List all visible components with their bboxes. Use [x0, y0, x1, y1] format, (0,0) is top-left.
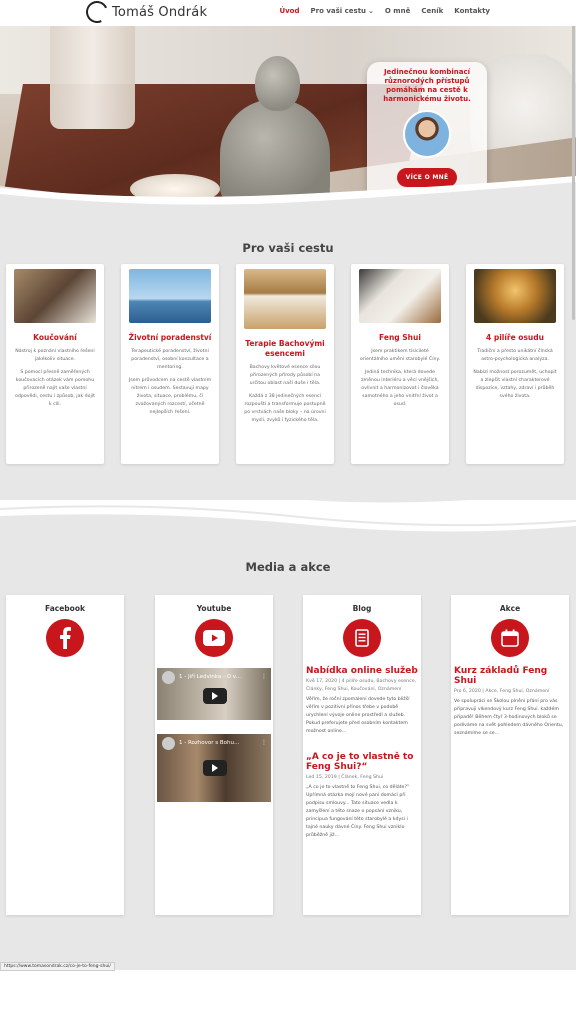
service-card-title: Koučování	[33, 333, 77, 342]
chevron-down-icon: ⌄	[368, 7, 374, 15]
service-card-text: Tradiční a přesto unikátní čínská astro-…	[477, 349, 553, 362]
service-card[interactable]: 4 pilíře osudu Tradiční a přesto unikátn…	[466, 264, 564, 464]
blog-document-icon[interactable]	[343, 619, 381, 657]
youtube-icon[interactable]	[195, 619, 233, 657]
book-landscape-photo	[474, 269, 556, 323]
section-divider-top	[0, 176, 576, 236]
nav-item-label: Pro vaši cestu	[310, 7, 367, 15]
video-title: 1 - Jiří Ledvinka - O v...	[179, 674, 241, 680]
site-logo[interactable]: Tomáš Ondrák	[82, 0, 208, 27]
service-card-text: Jediná technika, která dovede změnou int…	[361, 370, 439, 407]
main-nav: Úvod Pro vaši cestu ⌄ O mně Ceník Kontakt…	[279, 7, 490, 15]
service-card[interactable]: Koučování Nástroj k poznání vlastního ře…	[6, 264, 104, 464]
post-title[interactable]: Kurz základů Feng Shui	[454, 666, 566, 686]
logo-text: Tomáš Ondrák	[112, 4, 208, 20]
column-title: Akce	[499, 604, 521, 613]
hero-buddha-head	[255, 56, 300, 111]
more-options-icon[interactable]: ⋮	[261, 739, 267, 746]
service-card-title: Feng Shui	[379, 333, 421, 342]
nav-item-pro-vasi-cestu[interactable]: Pro vaši cestu ⌄	[311, 7, 374, 15]
blog-column: Blog Nabídka online služeb Kvě 17, 2020 …	[303, 595, 421, 915]
service-card-text: Jsem průvodcem na cestě vlastním nitrem …	[128, 378, 212, 415]
service-card-text: Nástroj k poznání vlastního řešení jakék…	[15, 349, 95, 362]
post-meta: Led 15, 2019 | Článek, Feng Shui	[306, 775, 384, 780]
journey-section-title: Pro vaši cestu	[242, 241, 334, 255]
column-title: Youtube	[196, 604, 232, 613]
play-icon[interactable]	[203, 760, 227, 776]
column-title: Blog	[352, 604, 372, 613]
section-divider-bottom	[0, 930, 576, 964]
logo-circle-icon	[82, 0, 112, 27]
service-card[interactable]: Terapie Bachovými esencemi Bachovy květo…	[236, 264, 334, 464]
hero-glass-image	[50, 24, 135, 129]
channel-avatar	[162, 671, 175, 684]
service-card[interactable]: Životní poradenství Terapeutické poraden…	[121, 264, 219, 464]
post-title[interactable]: Nabídka online služeb	[306, 666, 418, 676]
calendar-icon[interactable]	[491, 619, 529, 657]
feng-shui-compass-photo	[359, 269, 441, 323]
post-title[interactable]: „A co je to vlastně to Feng Shui?“	[306, 752, 418, 772]
media-section-title: Media a akce	[245, 560, 331, 574]
author-portrait	[403, 110, 451, 158]
service-card-text: Každá z 38 jedinečných esencí rozpouští …	[244, 394, 326, 423]
post-excerpt: Ve spolupráci se Školou plnění přání pro…	[454, 699, 564, 736]
nav-item-kontakty[interactable]: Kontakty	[454, 7, 490, 15]
nav-item-cenik[interactable]: Ceník	[421, 7, 443, 15]
service-card-title: Terapie Bachovými esencemi	[245, 339, 325, 358]
facebook-column: Facebook	[6, 595, 124, 915]
service-card-title: 4 pilíře osudu	[486, 333, 544, 342]
nav-item-o-mne[interactable]: O mně	[385, 7, 410, 15]
youtube-video-embed[interactable]: 1 - Rozhovor s Bohu... ⋮	[157, 734, 271, 802]
blog-post[interactable]: Nabídka online služeb Kvě 17, 2020 | 4 p…	[303, 666, 421, 736]
youtube-column: Youtube 1 - Jiří Ledvinka - O v... ⋮ 1 -…	[155, 595, 273, 915]
post-meta: Kvě 17, 2020 | 4 pilíře osudu, Bachovy e…	[306, 679, 417, 692]
service-card-text: Nabízí možnost porozumět, uchopit a zlep…	[473, 370, 557, 399]
video-title: 1 - Rozhovor s Bohu...	[179, 740, 240, 746]
service-card-text: Jsem praktikem tisícileté orientálního u…	[359, 349, 441, 362]
service-card-text: S pomocí přesně zaměřených koučovacích o…	[15, 370, 95, 407]
lighthouse-photo	[129, 269, 211, 323]
column-title: Facebook	[45, 604, 85, 613]
scrollbar[interactable]	[570, 0, 576, 1024]
event-post[interactable]: Kurz základů Feng Shui Pro 6, 2020 | Akc…	[451, 666, 569, 738]
site-header: Tomáš Ondrák Úvod Pro vaši cestu ⌄ O mně …	[0, 0, 576, 27]
service-card-title: Životní poradenství	[128, 333, 212, 342]
coaching-desk-photo	[14, 269, 96, 323]
channel-avatar	[162, 737, 175, 750]
blog-post[interactable]: „A co je to vlastně to Feng Shui?“ Led 1…	[303, 752, 421, 840]
status-bar-url: https://www.tomasondrak.cz/co-je-to-feng…	[0, 962, 115, 971]
play-icon[interactable]	[203, 688, 227, 704]
page: Tomáš Ondrák Úvod Pro vaši cestu ⌄ O mně …	[0, 0, 576, 1024]
service-card-text: Bachovy květové esence sílou přirozených…	[249, 365, 321, 386]
post-excerpt: „A co je to vlastně to Feng Shui, co děl…	[306, 785, 410, 838]
post-excerpt: Věřím, že roční zpomalení dovede tyto bl…	[306, 697, 410, 734]
hero-tagline: Jedinečnou kombinací různorodých přístup…	[383, 68, 471, 103]
scrollbar-thumb[interactable]	[572, 0, 575, 320]
events-column: Akce Kurz základů Feng Shui Pro 6, 2020 …	[451, 595, 569, 915]
more-options-icon[interactable]: ⋮	[261, 673, 267, 680]
facebook-icon[interactable]	[46, 619, 84, 657]
service-card-text: Terapeutické poradenství, životní porade…	[131, 349, 209, 370]
nav-item-uvod[interactable]: Úvod	[279, 7, 299, 15]
service-card[interactable]: Feng Shui Jsem praktikem tisícileté orie…	[351, 264, 449, 464]
bach-essences-box-photo	[244, 269, 326, 329]
youtube-video-embed[interactable]: 1 - Jiří Ledvinka - O v... ⋮	[157, 668, 271, 720]
post-meta: Pro 6, 2020 | Akce, Feng Shui, Oznámení	[454, 689, 550, 694]
